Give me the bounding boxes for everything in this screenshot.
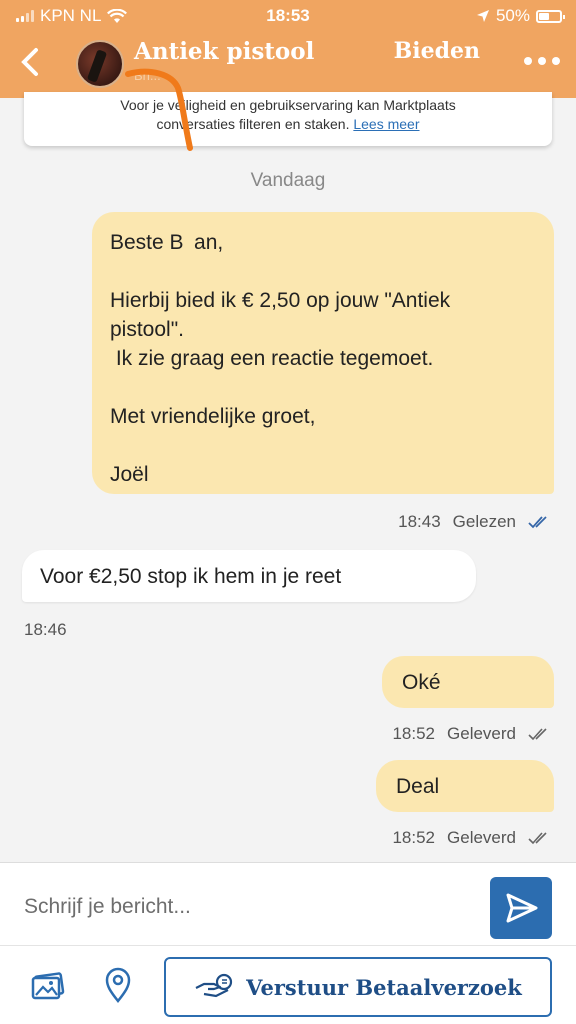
message-time: 18:52 [392,724,436,743]
hand-coin-icon [195,973,233,998]
location-arrow-icon [476,10,489,22]
top-bar: KPN NL 18:53 50% Antiek pistool Bri... B… [0,0,576,98]
message-meta: 18:52 Geleverd [392,724,550,744]
message-bubble-outgoing[interactable]: Deal [376,760,554,812]
map-pin-icon [105,967,131,1004]
bid-button[interactable]: Bieden [394,38,480,64]
message-line: Ik zie graag een reactie tegemoet. [110,347,434,370]
location-button[interactable] [98,965,138,1005]
date-separator: Vandaag [250,170,326,191]
divider [0,945,576,946]
conversation-title[interactable]: Antiek pistool [134,38,314,65]
payment-request-button[interactable]: Verstuur Betaalverzoek [164,957,552,1017]
more-dots-icon [524,57,560,65]
message-meta: 18:46 [24,620,67,640]
message-input[interactable] [24,895,464,919]
more-button[interactable] [522,48,562,68]
message-status: Geleverd [447,828,516,847]
banner-text-line1: Voor je veiligheid en gebruikservaring k… [120,97,456,113]
photo-button[interactable] [28,965,68,1005]
conversation-header: Antiek pistool Bri... Bieden [0,32,576,98]
message-bubble-incoming[interactable]: Voor €2,50 stop ik hem in je reet [22,550,476,602]
send-icon [506,893,538,923]
chevron-left-icon [21,48,38,76]
double-check-icon [528,516,547,529]
image-icon [31,972,65,1000]
message-line: Joël [110,463,149,486]
message-line: Met vriendelijke groet, [110,405,316,428]
message-line: Beste B an, [110,231,224,254]
message-status: Gelezen [452,512,516,531]
message-composer: Verstuur Betaalverzoek [0,862,576,1024]
conversation-subtitle: Bri... [134,68,161,83]
banner-text-line2: conversaties filteren en staken. [156,116,354,132]
send-button[interactable] [490,877,552,939]
message-time: 18:46 [24,620,67,639]
message-line: pistool". [110,318,184,341]
message-meta: 18:43 Gelezen [398,512,550,532]
battery-percent: 50% [495,6,530,25]
read-more-link[interactable]: Lees meer [353,116,419,132]
message-line: Hierbij bied ik € 2,50 op jouw "Antiek [110,289,451,312]
back-button[interactable] [10,42,50,82]
payment-request-label: Verstuur Betaalverzoek [246,974,522,1000]
status-bar: KPN NL 18:53 50% [0,0,576,32]
avatar[interactable] [76,40,124,88]
double-check-icon [528,728,547,741]
message-meta: 18:52 Geleverd [392,828,550,848]
message-time: 18:52 [392,828,436,847]
battery-icon [536,9,565,23]
double-check-icon [528,832,547,845]
safety-banner: Voor je veiligheid en gebruikservaring k… [24,92,552,146]
message-status: Geleverd [447,724,516,743]
message-bubble-outgoing[interactable]: Oké [382,656,554,708]
message-bubble-outgoing[interactable]: Beste B an, Hierbij bied ik € 2,50 op jo… [92,212,554,494]
message-time: 18:43 [398,512,441,531]
